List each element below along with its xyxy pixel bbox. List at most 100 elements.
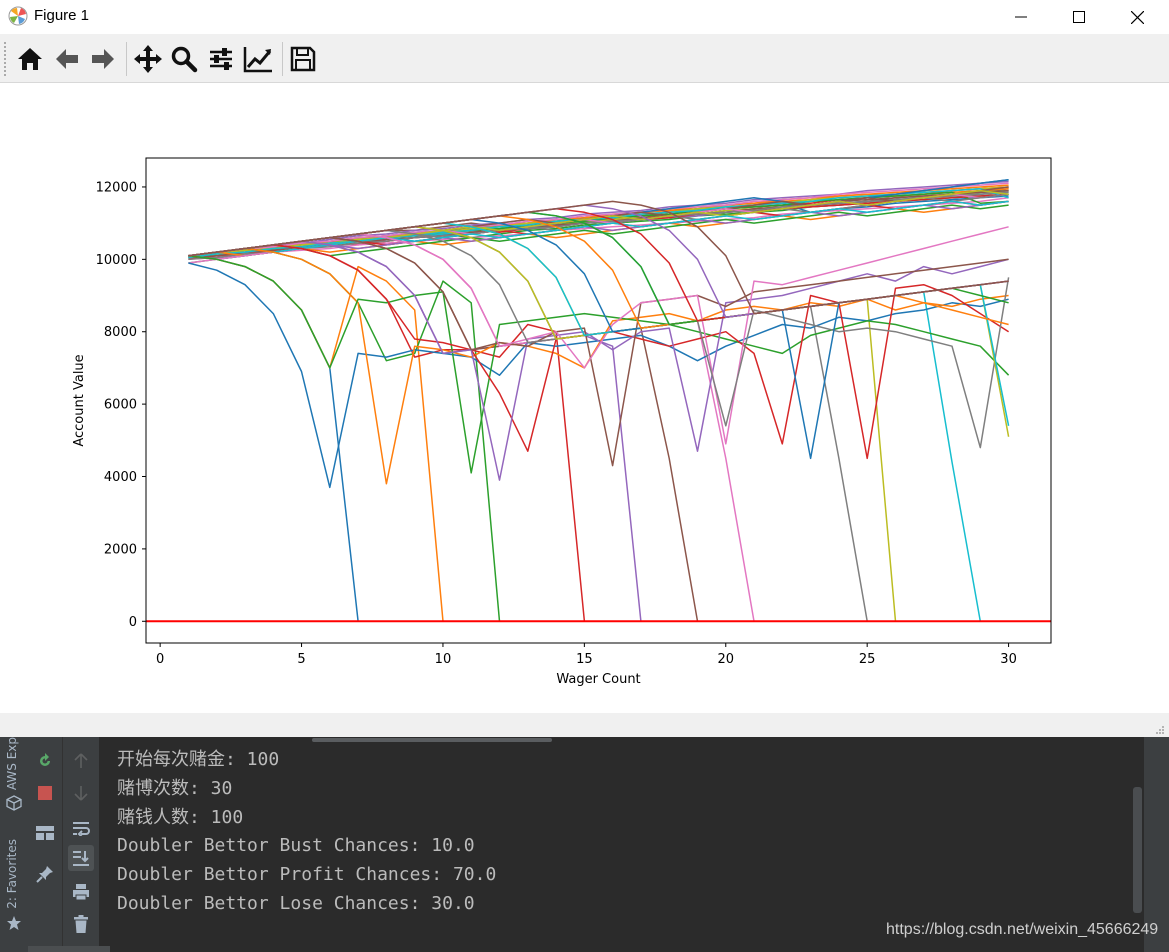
y-axis-label: Account Value [72,354,87,446]
forward-arrow-icon [92,49,114,69]
y-tick-label: 12000 [96,180,137,195]
clear-all-button[interactable] [68,911,94,937]
forward-button[interactable] [87,43,119,75]
console-line: 赌钱人数: 100 [117,806,244,828]
ide-side-strip: AWS Exp 2: Favorites [0,737,28,952]
console-bottom-strip [28,946,110,952]
series-line [188,233,755,622]
subplots-config-icon [210,48,232,70]
series-line [188,254,1010,474]
y-tick-label: 6000 [104,398,137,413]
pin-button[interactable] [32,861,58,887]
minimize-icon [1015,16,1027,18]
console-line: 开始每次赌金: 100 [117,749,280,770]
series-line [188,240,642,622]
console-output[interactable]: 开始每次赌金: 100 赌博次数: 30 赌钱人数: 100 Doubler B… [117,746,496,919]
soft-wrap-icon [73,822,90,836]
x-tick-label: 15 [576,652,593,667]
series-group [146,178,1051,623]
star-icon [7,916,21,930]
subplots-button[interactable] [205,43,237,75]
x-tick-label: 20 [717,652,734,667]
layout-button[interactable] [32,820,58,846]
pan-button[interactable] [132,43,164,75]
zoom-button[interactable] [168,43,200,75]
toolbar-separator [282,42,283,76]
arrow-up-icon [74,753,88,768]
toolbar-grip[interactable] [4,42,9,76]
soft-wrap-button[interactable] [68,815,94,841]
console-line: Doubler Bettor Bust Chances: 10.0 [117,835,475,857]
home-button[interactable] [14,43,46,75]
x-tick-label: 30 [1000,652,1017,667]
x-axis-label: Wager Count [556,672,640,687]
series-line [188,247,501,622]
series-line [188,247,1009,485]
run-console-panel: AWS Exp 2: Favorites 开始每次赌金: 100 赌博次数: 3… [0,737,1169,952]
home-icon [18,48,42,70]
pin-icon [36,866,53,883]
rerun-icon [40,753,50,766]
series-line [188,254,359,622]
close-icon [1130,10,1144,24]
maximize-icon [1073,11,1085,23]
y-tick-label: 0 [129,615,137,630]
x-tick-label: 25 [859,652,876,667]
minimize-button[interactable] [992,0,1050,34]
console-right-track [1144,737,1169,952]
figure-canvas[interactable]: 0 5 10 15 20 25 30 0 2000 4000 6000 8000 10000 12000 W… [0,83,1169,713]
scroll-down-button[interactable] [68,780,94,806]
scroll-to-end-button[interactable] [68,845,94,871]
navigation-toolbar [0,34,1169,83]
console-vertical-scrollbar[interactable] [1133,787,1142,913]
series-line [188,254,444,622]
edit-axis-button[interactable] [242,43,274,75]
line-chart: 0 5 10 15 20 25 30 0 2000 4000 6000 8000 10000 12000 W… [72,157,1052,687]
series-line [188,240,1009,481]
aws-cube-icon [6,795,22,811]
print-button[interactable] [68,879,94,905]
series-line [188,226,868,622]
watermark: https://blog.csdn.net/weixin_45666249 [886,921,1159,938]
favorites-tab[interactable]: 2: Favorites [5,839,19,909]
layout-icon [36,826,54,840]
x-tick-label: 5 [297,652,305,667]
back-button[interactable] [51,43,83,75]
scroll-to-end-icon [73,851,89,866]
trash-icon [74,915,88,933]
matplotlib-logo-icon [8,6,28,26]
y-tick-label: 8000 [104,325,137,340]
print-icon [73,884,89,901]
back-arrow-icon [56,49,78,69]
series-line [188,244,1010,460]
save-icon [290,46,316,72]
save-button[interactable] [287,43,319,75]
console-action-gutter [28,737,63,952]
console-scroll-gutter [63,737,99,952]
pan-icon [134,45,162,73]
zoom-icon [171,46,198,73]
x-tick-label: 0 [156,652,164,667]
arrow-down-icon [74,786,88,801]
scroll-up-button[interactable] [68,748,94,774]
stop-button[interactable] [32,780,58,806]
console-horizontal-scrollbar[interactable] [312,738,552,742]
console-line: Doubler Bettor Profit Chances: 70.0 [117,864,497,886]
window-titlebar: Figure 1 [0,0,1169,34]
console-line: Doubler Bettor Lose Chances: 30.0 [117,892,475,914]
toolbar-separator [126,42,127,76]
stop-icon [38,786,52,800]
edit-axis-icon [243,47,272,73]
close-button[interactable] [1108,0,1166,34]
figure-statusbar [0,713,1169,737]
aws-explorer-tab[interactable]: AWS Exp [5,737,19,790]
x-tick-label: 10 [435,652,452,667]
resize-grip-icon[interactable] [1155,725,1165,735]
maximize-button[interactable] [1050,0,1108,34]
window-title: Figure 1 [34,7,90,24]
y-tick-label: 4000 [104,470,137,485]
console-line: 赌博次数: 30 [117,777,233,799]
rerun-button[interactable] [32,748,58,774]
series-line [188,244,586,622]
y-tick-label: 10000 [96,253,137,268]
